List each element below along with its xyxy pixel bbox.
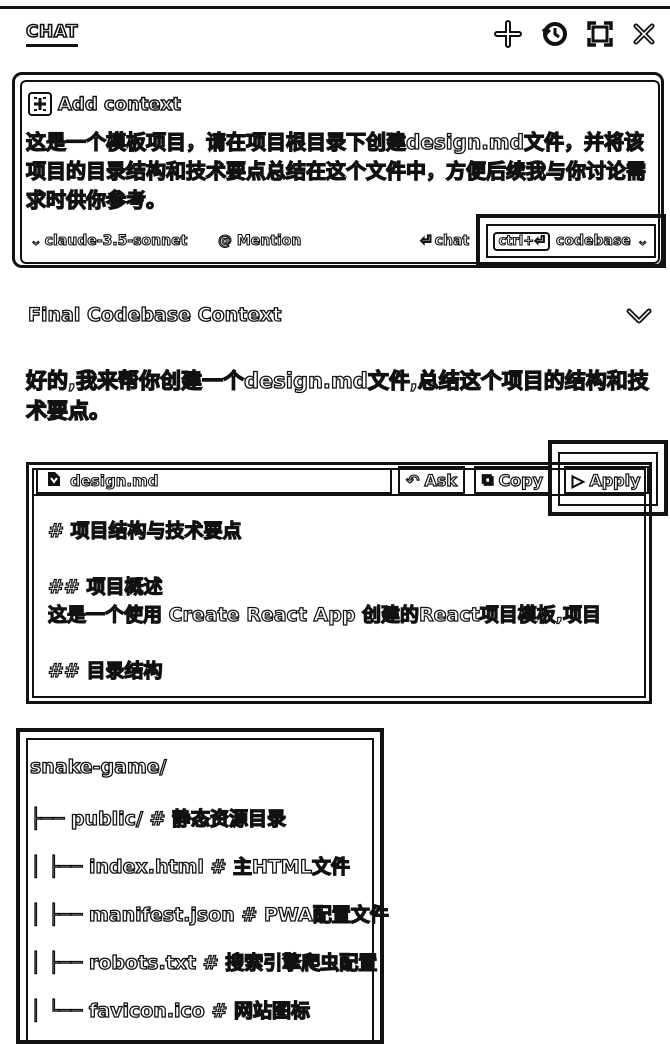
codebase-context-label: Final Codebase Context bbox=[27, 303, 282, 326]
copy-label: Copy bbox=[498, 470, 544, 490]
apply-label: Apply bbox=[589, 470, 641, 490]
codebase-submit-button[interactable]: ctrl+⏎ codebase ⌄ bbox=[486, 224, 656, 258]
code-line: ## 目录结构 bbox=[47, 659, 163, 682]
copy-button[interactable]: ⧉ Copy bbox=[474, 466, 552, 494]
expand-icon[interactable] bbox=[584, 18, 616, 50]
code-line: 这是一个使用 Create React App 创建的React项目模板,项目 bbox=[47, 603, 601, 626]
tree-line: snake-game/ bbox=[29, 755, 167, 778]
add-context-button[interactable]: Add context bbox=[28, 92, 182, 116]
tree-line: │ ├── index.html # 主HTML文件 bbox=[29, 855, 350, 878]
apply-button[interactable]: ▷ Apply bbox=[564, 466, 649, 494]
model-label: claude-3.5-sonnet bbox=[44, 232, 188, 249]
file-icon bbox=[44, 469, 64, 493]
tree-line: ├── public/ # 静态资源目录 bbox=[29, 807, 287, 830]
copy-icon: ⧉ bbox=[481, 469, 494, 489]
prompt-text: 这是一个模板项目，请在项目根目录下创建design.md文件，并将该项目的目录结… bbox=[25, 129, 646, 212]
mention-button[interactable]: @ Mention bbox=[217, 230, 302, 252]
ask-icon: ↶ bbox=[405, 470, 420, 490]
history-icon[interactable] bbox=[538, 18, 570, 50]
model-selector[interactable]: ⌄ claude-3.5-sonnet bbox=[29, 230, 188, 252]
top-divider bbox=[0, 6, 670, 9]
tree-line: │ ├── robots.txt # 搜索引擎爬虫配置 bbox=[29, 951, 378, 974]
codebase-label: codebase bbox=[555, 232, 631, 249]
tree-line: │ └── favicon.ico # 网站图标 bbox=[29, 999, 311, 1022]
file-name: design.md bbox=[69, 471, 159, 490]
file-tab[interactable]: design.md bbox=[36, 468, 392, 494]
assistant-message: 好的,我来帮你创建一个design.md文件,总结这个项目的结构和技术要点。 bbox=[25, 368, 649, 423]
ask-label: Ask bbox=[424, 470, 458, 490]
code-line: # 项目结构与技术要点 bbox=[47, 519, 242, 542]
chat-submit-button[interactable]: ⏎ chat bbox=[419, 230, 470, 252]
enter-icon: ⏎ bbox=[419, 232, 432, 249]
chevron-down-icon[interactable] bbox=[624, 304, 654, 328]
plus-icon[interactable] bbox=[492, 18, 524, 50]
panel-title: CHAT bbox=[25, 21, 78, 47]
tree-line: │ ├── manifest.json # PWA配置文件 bbox=[29, 903, 389, 926]
chat-label: chat bbox=[434, 232, 470, 249]
add-context-icon bbox=[28, 92, 52, 116]
close-icon[interactable] bbox=[628, 18, 660, 50]
chevron-down-icon: ⌄ bbox=[29, 232, 42, 249]
chevron-down-icon: ⌄ bbox=[636, 232, 649, 249]
code-line: ## 项目概述 bbox=[47, 575, 163, 598]
add-context-label: Add context bbox=[57, 93, 181, 115]
ask-button[interactable]: ↶ Ask bbox=[398, 466, 465, 494]
shortcut-badge: ctrl+⏎ bbox=[493, 231, 551, 251]
mention-label: @ Mention bbox=[217, 232, 302, 249]
play-icon: ▷ bbox=[571, 470, 585, 490]
